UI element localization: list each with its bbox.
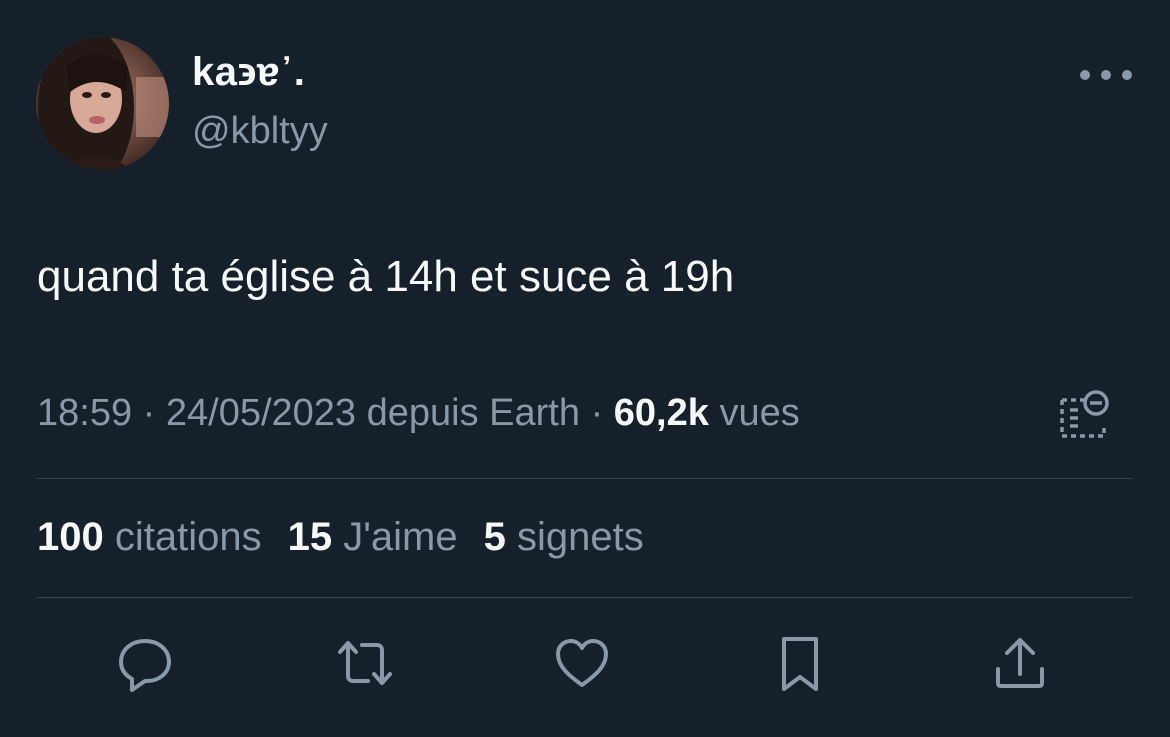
- author-handle[interactable]: @kbltyy: [192, 110, 328, 153]
- quotes-stat[interactable]: 100 citations: [37, 515, 262, 560]
- likes-stat[interactable]: 15 J'aime: [288, 515, 458, 560]
- meta-separator: ·: [142, 392, 156, 434]
- meta-separator: ·: [590, 392, 604, 434]
- divider: [37, 597, 1133, 598]
- tweet-meta: 18:59 · 24/05/2023 depuis Earth · 60,2k …: [37, 392, 800, 435]
- action-bar: [0, 628, 1170, 708]
- like-icon[interactable]: [547, 628, 617, 698]
- tweet-time[interactable]: 18:59: [37, 392, 132, 434]
- profile-photo-icon: [36, 37, 169, 170]
- share-icon[interactable]: [985, 628, 1055, 698]
- more-dot: [1122, 70, 1132, 80]
- likes-count: 15: [287, 515, 333, 559]
- tweet-source: depuis Earth: [366, 392, 580, 434]
- more-icon[interactable]: [1080, 60, 1132, 90]
- divider: [37, 478, 1133, 479]
- views-count: 60,2k: [613, 392, 709, 434]
- avatar[interactable]: [36, 37, 169, 170]
- quotes-label: citations: [114, 515, 262, 559]
- more-dot: [1101, 70, 1111, 80]
- tweet-date[interactable]: 24/05/2023: [166, 392, 356, 434]
- tweet-detail: ka϶ɐ᾿. @kbltyy quand ta église à 14h et …: [0, 0, 1170, 737]
- likes-label: J'aime: [343, 515, 458, 559]
- bookmark-icon[interactable]: [765, 628, 835, 698]
- bookmarks-count: 5: [483, 515, 506, 559]
- bookmarks-stat[interactable]: 5 signets: [484, 515, 644, 560]
- tweet-text: quand ta église à 14h et suce à 19h: [37, 252, 735, 301]
- views-label: vues: [719, 392, 800, 434]
- tweet-stats: 100 citations 15 J'aime 5 signets: [37, 515, 644, 560]
- quotes-count: 100: [37, 515, 104, 559]
- analytics-icon[interactable]: [1056, 388, 1112, 444]
- author-display-name[interactable]: ka϶ɐ᾿.: [192, 50, 305, 95]
- reply-icon[interactable]: [110, 628, 180, 698]
- bookmarks-label: signets: [516, 515, 644, 559]
- retweet-icon[interactable]: [330, 628, 400, 698]
- more-dot: [1080, 70, 1090, 80]
